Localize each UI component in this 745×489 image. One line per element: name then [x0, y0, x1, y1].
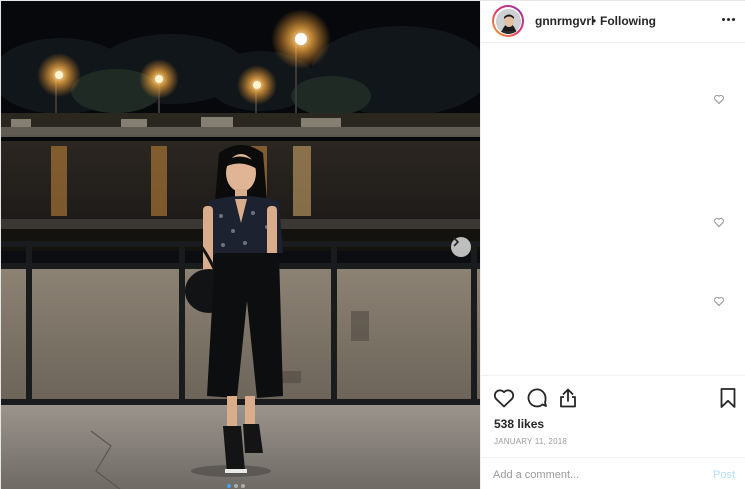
carousel-dot [234, 484, 238, 488]
post-header: gnnrmgvrl • Following [481, 1, 745, 43]
add-comment-input[interactable] [493, 466, 693, 484]
post-actions: 538 likes JANUARY 11, 2018 [481, 375, 745, 457]
carousel-dot [227, 484, 231, 488]
heart-outline-icon[interactable] [492, 386, 516, 410]
comment-bubble-icon[interactable] [525, 386, 549, 410]
chevron-right-icon [453, 237, 459, 247]
photo-scene [1, 1, 480, 489]
username-link[interactable]: gnnrmgvrl [535, 14, 594, 28]
post-comment-button[interactable]: Post [713, 469, 735, 481]
avatar-image [495, 8, 521, 34]
avatar[interactable] [492, 5, 524, 37]
comments-list [481, 44, 745, 374]
more-dot-icon [721, 17, 725, 21]
more-dot-icon [731, 17, 735, 21]
header-separator: • [592, 14, 597, 28]
next-photo-button[interactable] [451, 237, 471, 257]
add-comment-section: Post [481, 457, 745, 489]
instagram-post: gnnrmgvrl • Following 538 likes JANUARY … [0, 0, 745, 489]
comment-like-heart-icon[interactable] [713, 93, 725, 105]
more-dot-icon [726, 17, 730, 21]
post-date: JANUARY 11, 2018 [494, 437, 568, 446]
more-options-button[interactable] [718, 9, 738, 29]
likes-count[interactable]: 538 likes [494, 417, 544, 431]
post-side-panel: gnnrmgvrl • Following 538 likes JANUARY … [480, 1, 745, 489]
post-photo[interactable] [1, 1, 480, 489]
bookmark-icon[interactable] [716, 386, 740, 410]
comment-like-heart-icon[interactable] [713, 295, 725, 307]
carousel-dot [241, 484, 245, 488]
comment-like-heart-icon[interactable] [713, 216, 725, 228]
following-button[interactable]: Following [600, 14, 656, 28]
carousel-indicator [227, 484, 245, 488]
share-upload-icon[interactable] [556, 386, 580, 410]
